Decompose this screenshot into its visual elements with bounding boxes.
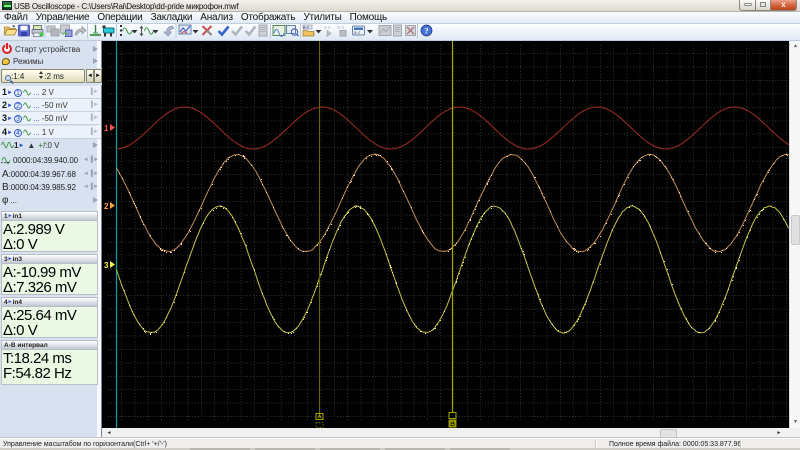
svg-text:0·0: 0·0 xyxy=(324,25,331,30)
svg-text:0·0: 0·0 xyxy=(338,25,345,30)
svg-text:a·c: a·c xyxy=(303,25,310,30)
svg-text:2: 2 xyxy=(104,202,109,211)
svg-text:1: 1 xyxy=(104,124,109,133)
svg-text:3: 3 xyxy=(104,261,109,270)
svg-text:a·c: a·c xyxy=(354,30,361,35)
svg-text:?: ? xyxy=(424,26,428,36)
